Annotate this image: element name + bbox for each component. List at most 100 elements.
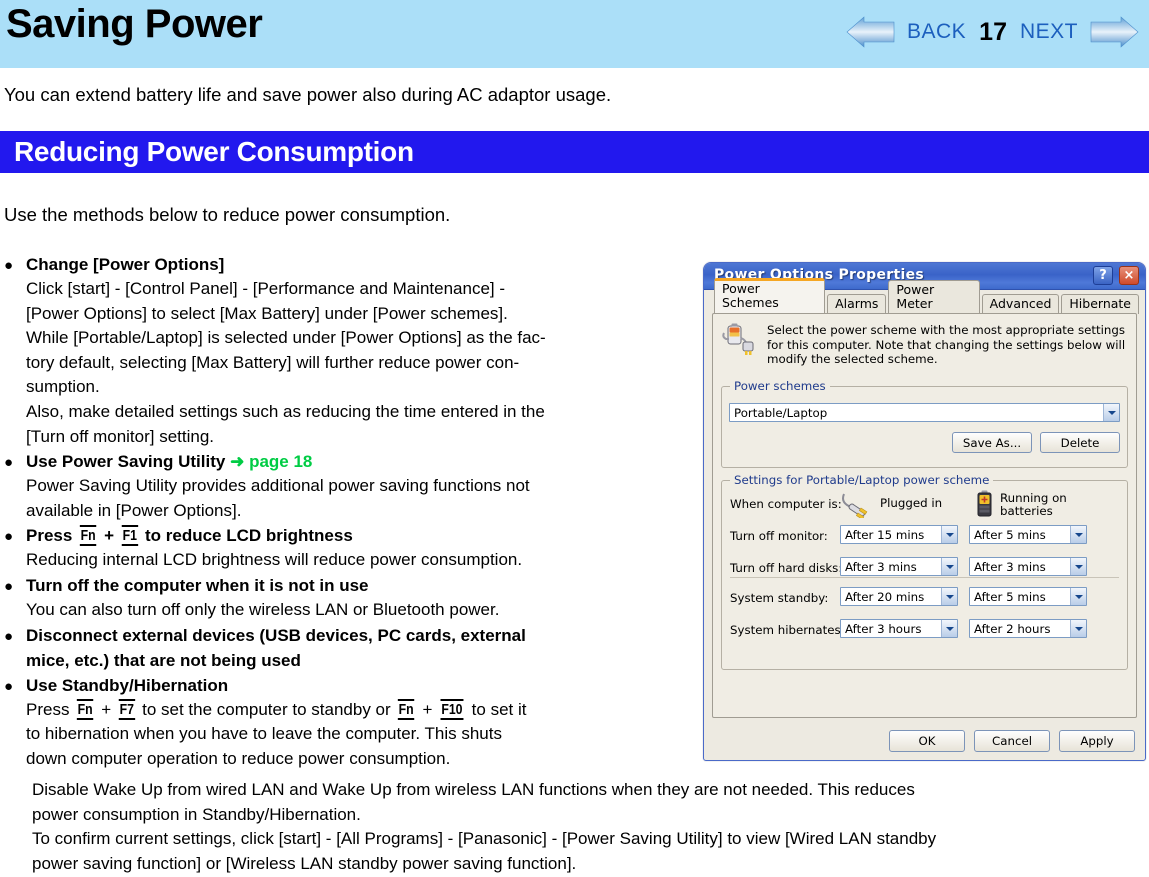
list-item: ● Press Fn + F1 to reduce LCD brightness… bbox=[4, 523, 694, 573]
press-mid: to set the computer to standby or bbox=[137, 699, 396, 719]
list-item-line: available in [Power Options]. bbox=[26, 500, 242, 520]
list-item-line: [Turn off monitor] setting. bbox=[26, 426, 215, 446]
turn-off-monitor-battery-select[interactable]: After 5 mins bbox=[969, 525, 1087, 544]
chevron-down-icon[interactable] bbox=[1070, 620, 1086, 637]
system-hibernates-plugged-select[interactable]: After 3 hours bbox=[840, 619, 958, 638]
system-hibernates-plugged-value: After 3 hours bbox=[845, 621, 922, 636]
turn-off-monitor-plugged-value: After 15 mins bbox=[845, 527, 925, 542]
list-item-heading: Change [Power Options] bbox=[26, 255, 225, 274]
power-scheme-value: Portable/Laptop bbox=[734, 405, 828, 420]
list-item-heading: Turn off the computer when it is not in … bbox=[26, 575, 369, 595]
bullet-icon: ● bbox=[4, 677, 14, 695]
tab-power-schemes[interactable]: Power Schemes bbox=[714, 278, 826, 313]
chevron-down-icon[interactable] bbox=[1070, 526, 1086, 543]
power-scheme-select[interactable]: Portable/Laptop bbox=[729, 403, 1120, 422]
methods-list: ● Change [Power Options] Click [start] -… bbox=[4, 252, 694, 771]
running-on-batteries-label-2: batteries bbox=[1000, 504, 1053, 518]
bullet-icon: ● bbox=[4, 627, 14, 645]
page-number: 17 bbox=[979, 17, 1007, 46]
list-item-heading: Use Power Saving Utility ➜ page 18 bbox=[26, 449, 694, 474]
bullet-icon: ● bbox=[4, 454, 14, 472]
lead-text: Use the methods below to reduce power co… bbox=[4, 204, 451, 225]
chevron-down-icon[interactable] bbox=[1070, 588, 1086, 605]
section-title: Reducing Power Consumption bbox=[14, 136, 414, 167]
key-f1: F1 bbox=[121, 525, 138, 547]
page-link-arrow-icon[interactable]: ➜ bbox=[230, 452, 244, 471]
list-item: ● Use Standby/Hibernation Press Fn + F7 … bbox=[4, 673, 694, 772]
tail-line: To confirm current settings, click [star… bbox=[32, 829, 937, 849]
power-scheme-icon bbox=[721, 322, 757, 367]
ok-button[interactable]: OK bbox=[889, 730, 965, 752]
list-item-line: Click [start] - [Control Panel] - [Perfo… bbox=[26, 279, 506, 298]
turn-off-hard-disks-battery-select[interactable]: After 3 mins bbox=[969, 557, 1087, 576]
key-f10: F10 bbox=[440, 698, 464, 720]
list-item-line: Press Fn + F7 to set the computer to sta… bbox=[26, 698, 694, 723]
next-arrow-icon[interactable] bbox=[1087, 15, 1141, 49]
intro-text: You can extend battery life and save pow… bbox=[4, 84, 612, 105]
close-icon[interactable]: × bbox=[1119, 266, 1139, 285]
tab-power-meter[interactable]: Power Meter bbox=[888, 280, 980, 314]
system-hibernates-label: System hibernates: bbox=[730, 623, 845, 637]
tab-hibernate[interactable]: Hibernate bbox=[1061, 294, 1139, 314]
list-item-line: to hibernation when you have to leave th… bbox=[26, 724, 502, 744]
chevron-down-icon[interactable] bbox=[941, 558, 957, 575]
page-navigation: BACK 17 NEXT bbox=[844, 10, 1141, 54]
heading-plus: + bbox=[99, 526, 119, 546]
plug-icon bbox=[840, 492, 874, 518]
tab-alarms[interactable]: Alarms bbox=[827, 294, 887, 314]
tail-paragraph: Disable Wake Up from wired LAN and Wake … bbox=[32, 778, 1144, 876]
system-standby-plugged-select[interactable]: After 20 mins bbox=[840, 587, 958, 606]
when-computer-is-label: When computer is: bbox=[730, 497, 842, 511]
cancel-button[interactable]: Cancel bbox=[974, 730, 1050, 752]
power-schemes-group-label: Power schemes bbox=[730, 379, 830, 393]
turn-off-hard-disks-label: Turn off hard disks: bbox=[730, 561, 843, 575]
tab-advanced[interactable]: Advanced bbox=[981, 294, 1060, 314]
chevron-down-icon[interactable] bbox=[1103, 404, 1119, 421]
system-hibernates-battery-select[interactable]: After 2 hours bbox=[969, 619, 1087, 638]
chevron-down-icon[interactable] bbox=[1070, 558, 1086, 575]
help-button[interactable]: ? bbox=[1093, 266, 1113, 285]
turn-off-hard-disks-plugged-select[interactable]: After 3 mins bbox=[840, 557, 958, 576]
chevron-down-icon[interactable] bbox=[941, 620, 957, 637]
settings-group-label: Settings for Portable/Laptop power schem… bbox=[730, 473, 994, 487]
turn-off-hard-disks-plugged-value: After 3 mins bbox=[845, 559, 917, 574]
turn-off-monitor-label: Turn off monitor: bbox=[730, 529, 828, 543]
settings-separator bbox=[730, 577, 1119, 578]
system-standby-battery-select[interactable]: After 5 mins bbox=[969, 587, 1087, 606]
back-arrow-icon[interactable] bbox=[844, 15, 898, 49]
bullet-icon: ● bbox=[4, 528, 14, 546]
tail-line: power saving function] or [Wireless LAN … bbox=[32, 853, 577, 873]
list-item: ● Turn off the computer when it is not i… bbox=[4, 573, 694, 623]
chevron-down-icon[interactable] bbox=[941, 588, 957, 605]
save-as-button[interactable]: Save As... bbox=[952, 432, 1032, 453]
key-fn: Fn bbox=[398, 698, 415, 720]
power-options-properties-dialog: Power Options Properties ? × Power Schem… bbox=[703, 262, 1146, 761]
list-item-line: You can also turn off only the wireless … bbox=[26, 599, 500, 619]
list-item-heading: Disconnect external devices (USB devices… bbox=[26, 625, 526, 645]
system-standby-label: System standby: bbox=[730, 591, 829, 605]
list-item-heading-cont: mice, etc.) that are not being used bbox=[26, 650, 301, 670]
tab-bar: Power Schemes Alarms Power Meter Advance… bbox=[714, 278, 1141, 314]
chevron-down-icon[interactable] bbox=[941, 526, 957, 543]
next-label[interactable]: NEXT bbox=[1020, 20, 1078, 44]
apply-button[interactable]: Apply bbox=[1059, 730, 1135, 752]
turn-off-monitor-plugged-select[interactable]: After 15 mins bbox=[840, 525, 958, 544]
page-link[interactable]: page 18 bbox=[249, 452, 312, 471]
list-item-line: sumption. bbox=[26, 377, 100, 397]
press-prefix: Press bbox=[26, 699, 75, 719]
key-fn: Fn bbox=[77, 698, 94, 720]
press-suffix: to set it bbox=[466, 699, 527, 719]
description-row: Select the power scheme with the most ap… bbox=[721, 322, 1128, 367]
heading-prefix: Press bbox=[26, 526, 78, 546]
list-item-heading: Use Standby/Hibernation bbox=[26, 675, 229, 695]
delete-button[interactable]: Delete bbox=[1040, 432, 1120, 453]
press-plus2: + bbox=[417, 699, 438, 719]
list-item-line: Power Saving Utility provides additional… bbox=[26, 476, 530, 496]
list-item: ● Disconnect external devices (USB devic… bbox=[4, 623, 694, 673]
power-schemes-group: Power schemes Portable/Laptop Save As...… bbox=[721, 379, 1128, 468]
system-standby-plugged-value: After 20 mins bbox=[845, 589, 925, 604]
list-item-line: down computer operation to reduce power … bbox=[26, 748, 451, 768]
list-item-heading-text: Use Power Saving Utility bbox=[26, 452, 226, 472]
back-label[interactable]: BACK bbox=[907, 20, 966, 44]
list-item-heading: Press Fn + F1 to reduce LCD brightness bbox=[26, 523, 694, 548]
